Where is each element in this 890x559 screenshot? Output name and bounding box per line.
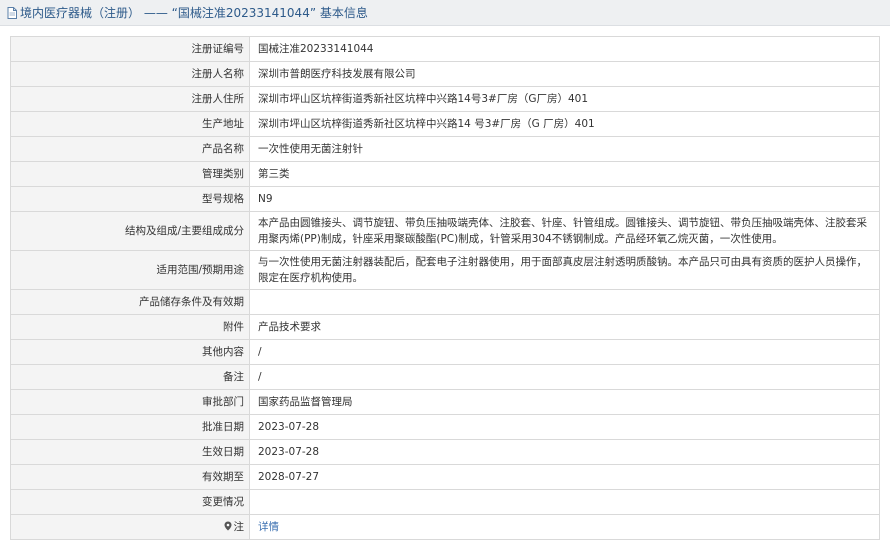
table-row: 备注 / bbox=[10, 364, 880, 390]
row-value: 2028-07-27 bbox=[249, 464, 880, 490]
row-label: 管理类别 bbox=[10, 161, 250, 187]
table-row: 结构及组成/主要组成成分 本产品由圆锥接头、调节旋钮、带负压抽吸端壳体、注胶套、… bbox=[10, 211, 880, 251]
row-label: 生效日期 bbox=[10, 439, 250, 465]
table-row: 批准日期 2023-07-28 bbox=[10, 414, 880, 440]
row-value: 本产品由圆锥接头、调节旋钮、带负压抽吸端壳体、注胶套、针座、针管组成。圆锥接头、… bbox=[249, 211, 880, 251]
row-label: 注册人住所 bbox=[10, 86, 250, 112]
row-value: 第三类 bbox=[249, 161, 880, 187]
row-label: 有效期至 bbox=[10, 464, 250, 490]
table-row: 生产地址 深圳市坪山区坑梓街道秀新社区坑梓中兴路14 号3#厂房（G 厂房）40… bbox=[10, 111, 880, 137]
table-row: 管理类别 第三类 bbox=[10, 161, 880, 187]
document-icon bbox=[7, 6, 17, 19]
detail-table: 注册证编号 国械注准20233141044 注册人名称 深圳市普朗医疗科技发展有… bbox=[10, 36, 880, 540]
table-row: 其他内容 / bbox=[10, 339, 880, 365]
note-icon bbox=[224, 520, 232, 531]
note-label: 注 bbox=[233, 521, 245, 533]
table-row: 附件 产品技术要求 bbox=[10, 314, 880, 340]
row-value: 国家药品监督管理局 bbox=[249, 389, 880, 415]
row-label: 适用范围/预期用途 bbox=[10, 250, 250, 290]
row-value: / bbox=[249, 339, 880, 365]
table-row: 有效期至 2028-07-27 bbox=[10, 464, 880, 490]
table-row: 生效日期 2023-07-28 bbox=[10, 439, 880, 465]
table-row: 变更情况 bbox=[10, 489, 880, 515]
table-row: 产品储存条件及有效期 bbox=[10, 289, 880, 315]
row-label: 备注 bbox=[10, 364, 250, 390]
row-value: 深圳市坪山区坑梓街道秀新社区坑梓中兴路14 号3#厂房（G 厂房）401 bbox=[249, 111, 880, 137]
table-row: 审批部门 国家药品监督管理局 bbox=[10, 389, 880, 415]
row-value bbox=[249, 289, 880, 315]
row-value: 深圳市坪山区坑梓街道秀新社区坑梓中兴路14号3#厂房（G厂房）401 bbox=[249, 86, 880, 112]
row-value: 国械注准20233141044 bbox=[249, 36, 880, 62]
row-label: 附件 bbox=[10, 314, 250, 340]
row-label: 注册证编号 bbox=[10, 36, 250, 62]
row-label: 产品储存条件及有效期 bbox=[10, 289, 250, 315]
row-value: 2023-07-28 bbox=[249, 414, 880, 440]
note-row: 注 详情 bbox=[10, 514, 880, 540]
row-label: 产品名称 bbox=[10, 136, 250, 162]
note-value-cell: 详情 bbox=[249, 514, 880, 540]
row-value: 与一次性使用无菌注射器装配后，配套电子注射器使用，用于面部真皮层注射透明质酸钠。… bbox=[249, 250, 880, 290]
row-value: N9 bbox=[249, 186, 880, 212]
row-label: 其他内容 bbox=[10, 339, 250, 365]
table-row: 产品名称 一次性使用无菌注射针 bbox=[10, 136, 880, 162]
row-value: 一次性使用无菌注射针 bbox=[249, 136, 880, 162]
row-value: 深圳市普朗医疗科技发展有限公司 bbox=[249, 61, 880, 87]
row-value: 2023-07-28 bbox=[249, 439, 880, 465]
table-row: 型号规格 N9 bbox=[10, 186, 880, 212]
row-label: 生产地址 bbox=[10, 111, 250, 137]
row-label: 注册人名称 bbox=[10, 61, 250, 87]
page-title-bar: 境内医疗器械（注册） —— “国械注准20233141044” 基本信息 bbox=[0, 0, 890, 26]
row-label: 结构及组成/主要组成成分 bbox=[10, 211, 250, 251]
row-value: / bbox=[249, 364, 880, 390]
row-value bbox=[249, 489, 880, 515]
page-title: 境内医疗器械（注册） —— “国械注准20233141044” 基本信息 bbox=[20, 6, 368, 20]
table-row: 适用范围/预期用途 与一次性使用无菌注射器装配后，配套电子注射器使用，用于面部真… bbox=[10, 250, 880, 290]
table-row: 注册人住所 深圳市坪山区坑梓街道秀新社区坑梓中兴路14号3#厂房（G厂房）401 bbox=[10, 86, 880, 112]
row-value: 产品技术要求 bbox=[249, 314, 880, 340]
table-row: 注册人名称 深圳市普朗医疗科技发展有限公司 bbox=[10, 61, 880, 87]
row-label: 审批部门 bbox=[10, 389, 250, 415]
row-label: 变更情况 bbox=[10, 489, 250, 515]
note-label-cell: 注 bbox=[10, 514, 250, 540]
row-label: 批准日期 bbox=[10, 414, 250, 440]
table-row: 注册证编号 国械注准20233141044 bbox=[10, 36, 880, 62]
row-label: 型号规格 bbox=[10, 186, 250, 212]
details-link[interactable]: 详情 bbox=[258, 521, 279, 533]
